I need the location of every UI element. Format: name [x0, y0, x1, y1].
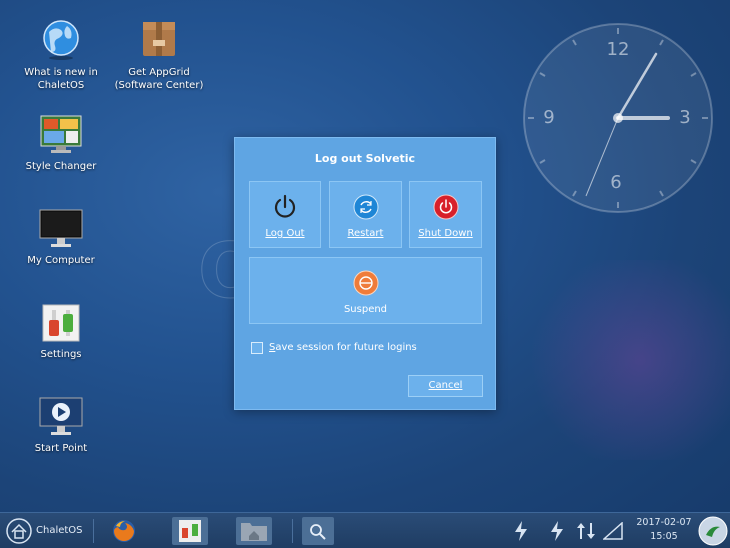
desktop-icon-get-appgrid[interactable]: Get AppGrid (Software Center): [109, 18, 209, 92]
taskbar-separator: [93, 519, 94, 543]
taskbar-firefox[interactable]: [106, 517, 142, 545]
save-session-label-rest: ave session for future logins: [275, 342, 417, 353]
restart-icon: [353, 194, 378, 220]
folder-home-icon: [241, 523, 267, 541]
desktop-icon-label: Style Changer: [25, 161, 97, 172]
logout-dialog: Log out Solvetic Log Out Restart Shut Do…: [234, 137, 496, 410]
monitor-icon: [39, 209, 83, 247]
site-watermark-logo-icon: [698, 516, 728, 546]
background-glow: [520, 260, 730, 460]
shutdown-label: Shut Down: [418, 228, 473, 239]
power-icon: [274, 194, 296, 218]
restart-button[interactable]: Restart: [329, 181, 402, 248]
restart-label: Restart: [347, 228, 384, 239]
battery-charging-icon[interactable]: [548, 520, 566, 542]
globe-icon: [43, 20, 79, 60]
desktop-icon-label: Settings: [40, 349, 82, 360]
taskbar-separator: [292, 519, 293, 543]
settings-sliders-icon: [179, 520, 201, 542]
firefox-icon: [113, 520, 135, 542]
taskbar-file-manager[interactable]: [236, 517, 272, 545]
taskbar-time: 15:05: [650, 531, 678, 542]
desktop-icon-label: My Computer: [27, 255, 95, 266]
home-icon: [6, 518, 32, 544]
desktop-icon-whats-new[interactable]: What is new in ChaletOS: [11, 18, 111, 92]
taskbar: ChaletOS 2017-02-07 15:05: [0, 512, 730, 548]
dialog-title: Log out Solvetic: [314, 152, 416, 165]
desktop-icon-label: What is new in ChaletOS: [24, 67, 98, 91]
desktop-icon-start-point[interactable]: Start Point: [11, 396, 111, 455]
shutdown-icon: [433, 194, 458, 220]
start-menu-button[interactable]: ChaletOS: [4, 517, 84, 545]
clock-numeral-3: 3: [679, 107, 690, 128]
network-arrows-icon[interactable]: [576, 521, 596, 541]
save-session-label[interactable]: Save session for future logins: [269, 342, 417, 353]
desktop-icon-label: Start Point: [34, 443, 88, 454]
analog-clock-widget: 12 3 6 9: [523, 23, 713, 213]
desktop-icon-my-computer[interactable]: My Computer: [11, 208, 111, 267]
desktop-icon-settings[interactable]: Settings: [11, 302, 111, 361]
clock-numeral-12: 12: [607, 39, 630, 60]
desktop-icon-style-changer[interactable]: Style Changer: [11, 114, 111, 173]
taskbar-settings[interactable]: [172, 517, 208, 545]
package-box-icon: [143, 22, 175, 56]
taskbar-date: 2017-02-07: [636, 517, 692, 528]
start-menu-label: ChaletOS: [36, 525, 83, 536]
logout-label: Log Out: [265, 228, 305, 239]
taskbar-clock[interactable]: 2017-02-07 15:05: [633, 516, 695, 544]
clock-numeral-9: 9: [543, 107, 554, 128]
clock-numeral-6: 6: [610, 172, 621, 193]
suspend-icon: [353, 270, 378, 296]
style-changer-icon: [40, 115, 82, 153]
volume-icon[interactable]: [603, 522, 623, 540]
play-monitor-icon: [39, 397, 83, 435]
logout-button[interactable]: Log Out: [249, 181, 321, 248]
suspend-button[interactable]: Suspend: [249, 257, 482, 324]
power-status-icon[interactable]: [512, 520, 530, 542]
cancel-button[interactable]: Cancel: [408, 375, 483, 397]
save-session-checkbox[interactable]: [251, 342, 263, 354]
taskbar-search[interactable]: [302, 517, 334, 545]
suspend-label: Suspend: [343, 304, 388, 315]
desktop-icon-label: Get AppGrid (Software Center): [114, 67, 204, 91]
settings-sliders-icon: [42, 304, 80, 342]
shutdown-button[interactable]: Shut Down: [409, 181, 482, 248]
search-icon: [310, 524, 326, 540]
